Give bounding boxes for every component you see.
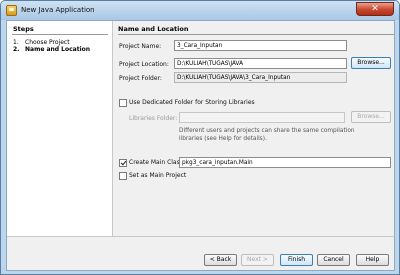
step-number: 2. [13,46,20,53]
coffee-cup-icon [6,5,17,16]
close-button[interactable]: ✕ [356,2,394,16]
project-folder-label: Project Folder: [119,75,162,82]
back-button[interactable]: < Back [204,254,237,266]
browse-libraries-button[interactable]: Browse... [351,111,391,123]
section-title: Name and Location [118,25,189,33]
project-name-input[interactable]: 3_Cara_Inputan [174,40,347,51]
footer-divider [7,236,394,237]
dedicated-folder-checkbox[interactable] [119,99,127,107]
dedicated-folder-label: Use Dedicated Folder for Storing Librari… [129,99,255,106]
create-main-class-checkbox[interactable] [119,159,127,167]
next-button[interactable]: Next > [241,254,274,266]
libraries-folder-label: Libraries Folder: [129,115,178,122]
step-label: Name and Location [25,46,91,53]
create-main-class-label: Create Main Class [129,159,183,166]
libraries-folder-input[interactable] [179,112,345,123]
cancel-button[interactable]: Cancel [317,254,350,266]
steps-title: Steps [13,25,34,33]
project-location-input[interactable]: D:\KULIAH\TUGAS\JAVA [174,58,347,69]
step-number: 1. [13,39,19,46]
set-main-project-checkbox[interactable] [119,172,127,180]
finish-button[interactable]: Finish [280,254,313,266]
step-label: Choose Project [25,39,70,46]
libraries-description: Different users and projects can share t… [179,128,355,142]
help-button[interactable]: Help [356,254,389,266]
browse-location-button[interactable]: Browse... [351,57,391,69]
steps-divider [12,34,108,35]
step-name-location: 2. Name and Location [13,46,90,53]
set-main-project-label: Set as Main Project [129,172,187,179]
project-location-label: Project Location: [119,61,169,68]
project-folder-field: D:\KULIAH\TUGAS\JAVA\3_Cara_Inputan [174,72,347,83]
steps-panel: Steps 1. Choose Project 2. Name and Locati… [7,21,113,236]
dialog-window: New Java Application ✕ Steps 1. Choose Pr… [0,0,400,275]
project-name-label: Project Name: [119,43,162,50]
step-choose-project: 1. Choose Project [13,39,70,46]
title-bar[interactable]: New Java Application ✕ [1,1,399,20]
section-divider [118,34,394,35]
window-title: New Java Application [21,6,95,14]
main-class-input[interactable]: pkg3_cara_inputan.Main [179,157,391,168]
dialog-content: Steps 1. Choose Project 2. Name and Locati… [6,20,395,271]
